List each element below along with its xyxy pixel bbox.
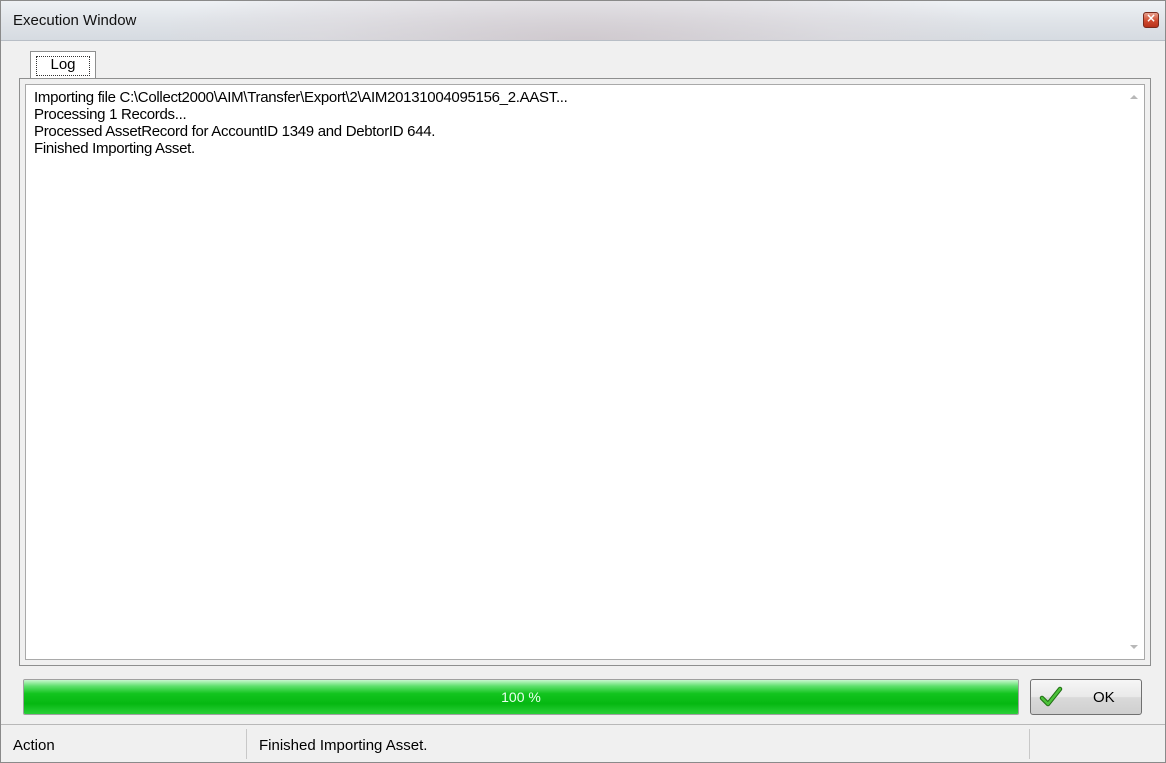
progress-label: 100 % — [501, 689, 541, 705]
close-button[interactable]: × — [1143, 11, 1159, 28]
window-title: Execution Window — [13, 12, 137, 29]
tab-log-label: Log — [50, 56, 76, 73]
scroll-down-arrow-icon[interactable] — [1130, 645, 1138, 649]
status-cell-extra — [1031, 729, 1163, 759]
title-bar-decoration — [171, 1, 991, 40]
title-bar[interactable]: Execution Window × — [1, 1, 1165, 41]
log-line: Importing file C:\Collect2000\AIM\Transf… — [34, 89, 568, 106]
status-bar: Action Finished Importing Asset. — [1, 724, 1165, 762]
tab-strip: Log — [11, 51, 1157, 79]
status-cell-message: Finished Importing Asset. — [248, 729, 1030, 759]
status-cell-action: Action — [11, 729, 247, 759]
ok-button[interactable]: OK — [1030, 679, 1142, 715]
checkmark-icon — [1039, 686, 1063, 707]
log-textbox[interactable]: Importing file C:\Collect2000\AIM\Transf… — [25, 84, 1145, 660]
log-line: Processed AssetRecord for AccountID 1349… — [34, 123, 436, 140]
log-panel: Importing file C:\Collect2000\AIM\Transf… — [19, 78, 1151, 666]
log-scrollbar[interactable] — [1126, 85, 1144, 659]
tab-log[interactable]: Log — [30, 51, 96, 79]
status-message: Finished Importing Asset. — [259, 737, 428, 754]
ok-button-label: OK — [1093, 689, 1115, 706]
status-action-label: Action — [13, 737, 55, 754]
close-icon: × — [1145, 11, 1157, 25]
scroll-up-arrow-icon[interactable] — [1130, 95, 1138, 99]
execution-window: Execution Window × Log Importing file C:… — [0, 0, 1166, 763]
log-line: Processing 1 Records... — [34, 106, 187, 123]
log-line: Finished Importing Asset. — [34, 140, 195, 157]
progress-bar: 100 % — [23, 679, 1019, 715]
log-text: Importing file C:\Collect2000\AIM\Transf… — [34, 89, 568, 157]
